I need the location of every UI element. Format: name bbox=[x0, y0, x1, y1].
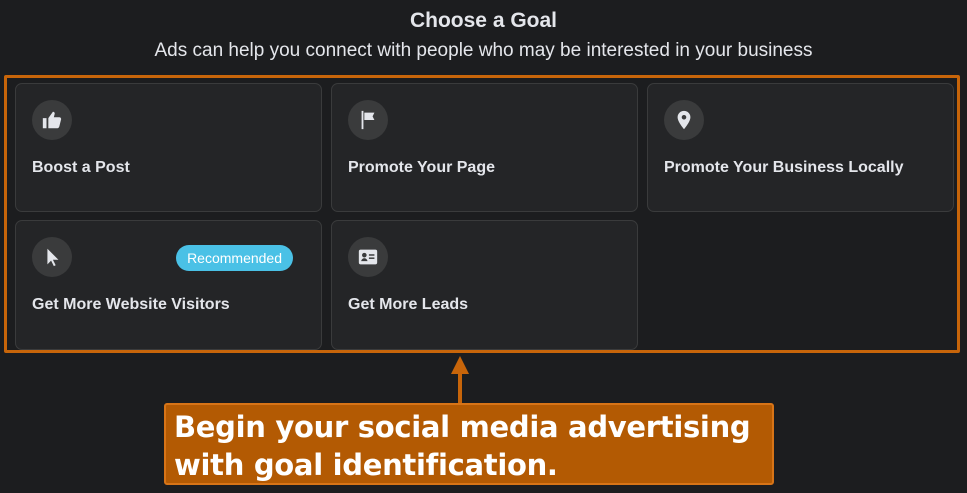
goal-card-boost-post[interactable]: Boost a Post bbox=[15, 83, 322, 212]
contact-card-icon bbox=[348, 237, 388, 277]
goal-label: Promote Your Page bbox=[348, 159, 495, 176]
goal-card-more-leads[interactable]: Get More Leads bbox=[331, 220, 638, 350]
callout-box: Begin your social media advertising with… bbox=[164, 403, 774, 485]
thumbs-up-icon bbox=[32, 100, 72, 140]
goal-label: Promote Your Business Locally bbox=[664, 159, 904, 176]
goal-label: Get More Leads bbox=[348, 296, 469, 313]
goal-card-website-visitors[interactable]: Recommended Get More Website Visitors bbox=[15, 220, 322, 350]
page-subtitle: Ads can help you connect with people who… bbox=[154, 40, 813, 61]
callout-arrow-line bbox=[458, 372, 462, 404]
goal-card-promote-page[interactable]: Promote Your Page bbox=[331, 83, 638, 212]
goal-card-promote-locally[interactable]: Promote Your Business Locally bbox=[647, 83, 954, 212]
goal-label: Boost a Post bbox=[32, 159, 130, 176]
location-pin-icon bbox=[664, 100, 704, 140]
page-title: Choose a Goal bbox=[409, 9, 558, 32]
callout-text: Begin your social media advertising with… bbox=[174, 410, 751, 482]
recommended-badge: Recommended bbox=[176, 245, 293, 271]
flag-icon bbox=[348, 100, 388, 140]
cursor-icon bbox=[32, 237, 72, 277]
goal-label: Get More Website Visitors bbox=[32, 296, 230, 313]
